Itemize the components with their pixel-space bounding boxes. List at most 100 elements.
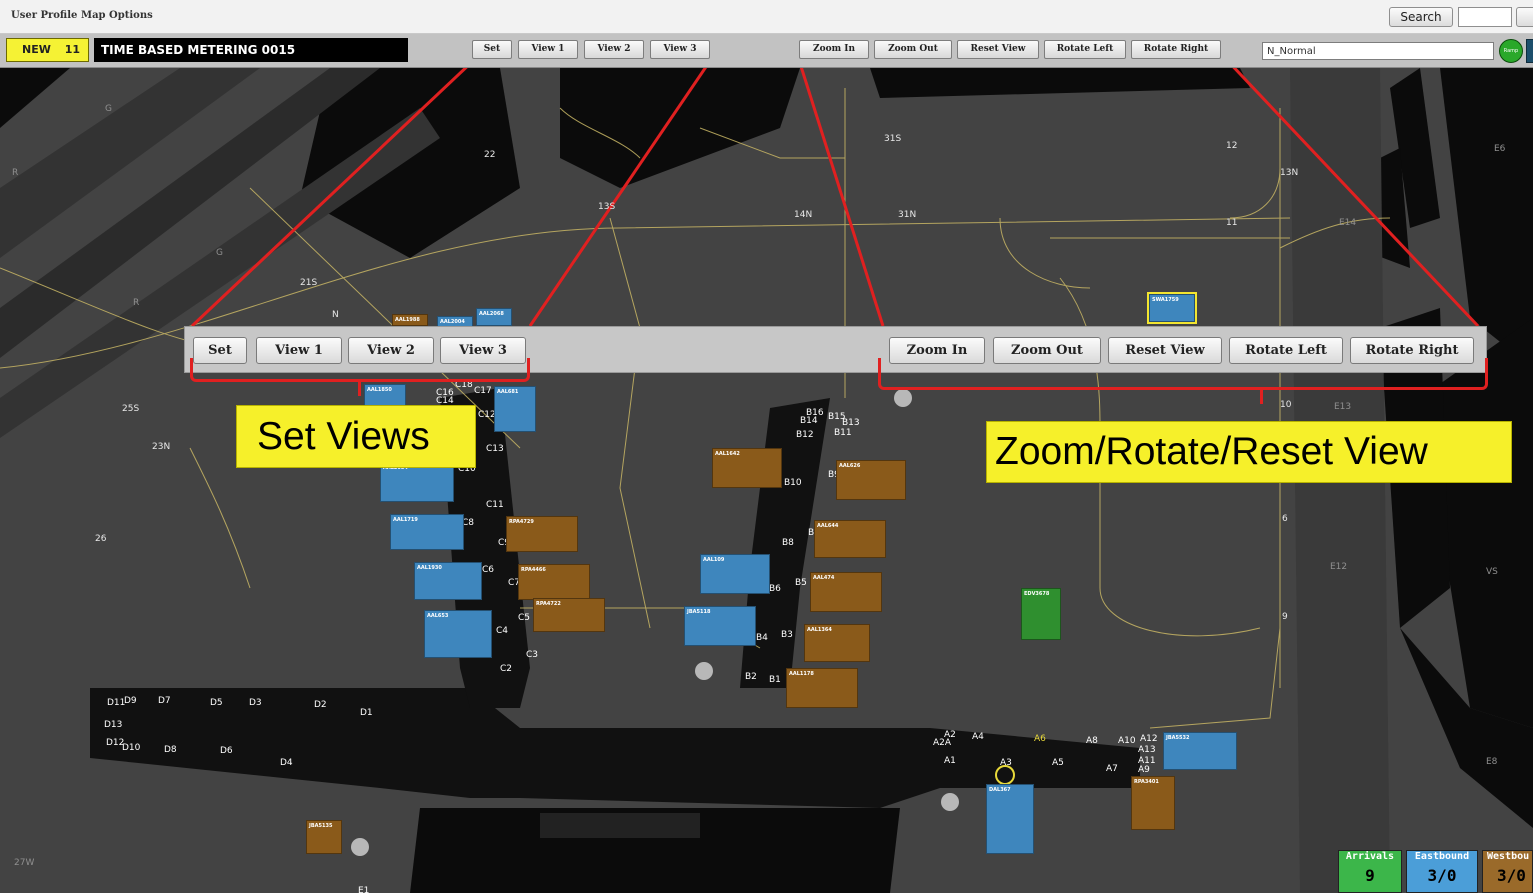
new-label: NEW xyxy=(22,43,51,56)
flight-tag[interactable]: JBA5118 xyxy=(684,606,756,646)
flight-tag[interactable]: AAL1642 xyxy=(712,448,782,488)
flight-tag[interactable]: DAL367 xyxy=(986,784,1034,854)
flight-tag[interactable]: AAL1178 xyxy=(786,668,858,708)
ramp-status-indicator[interactable]: Ramp xyxy=(1499,39,1523,63)
menu-map-options[interactable]: Map Options xyxy=(81,10,153,21)
view-2-button[interactable]: View 2 xyxy=(584,40,644,59)
rotate-right-button[interactable]: Rotate Right xyxy=(1131,40,1221,59)
set-views-bracket-tick xyxy=(358,382,361,396)
flight-tag[interactable]: AAL2068 xyxy=(476,308,512,326)
gate-label: D2 xyxy=(314,700,327,710)
gate-label: C5 xyxy=(518,613,531,623)
flight-tag[interactable]: RPA4729 xyxy=(506,516,578,552)
runway-label: 27W xyxy=(14,858,35,868)
runway-label: R xyxy=(133,298,140,308)
taxiway-label: 26 xyxy=(95,534,107,544)
flight-tag[interactable]: RPA4722 xyxy=(533,598,605,632)
flight-tag[interactable]: AAL626 xyxy=(836,460,906,500)
gate-label: D13 xyxy=(104,720,123,730)
runway-label: G xyxy=(105,104,112,114)
gate-label: C17 xyxy=(474,386,492,396)
view-3-button[interactable]: View 3 xyxy=(650,40,710,59)
gate-label: B14 xyxy=(800,416,818,426)
gate-label: C6 xyxy=(482,565,495,575)
gate-label: E1 xyxy=(358,886,370,893)
westbound-counter[interactable]: Westbou 3/0 xyxy=(1482,850,1533,893)
gate-label: A3 xyxy=(1000,758,1012,768)
taxiway-label: 21S xyxy=(300,278,318,288)
flight-tag[interactable]: JBA5532 xyxy=(1163,732,1237,770)
gate-label: B10 xyxy=(784,478,802,488)
arrivals-counter[interactable]: Arrivals 9 xyxy=(1338,850,1402,893)
runway-label: E6 xyxy=(1494,144,1506,154)
zoom-bracket-tick xyxy=(1260,390,1263,404)
gate-label: A8 xyxy=(1086,736,1098,746)
set-button[interactable]: Set xyxy=(472,40,512,59)
reset-view-button[interactable]: Reset View xyxy=(957,40,1039,59)
gate-label: D10 xyxy=(122,743,141,753)
secondary-status-indicator[interactable] xyxy=(1526,39,1533,63)
rotate-left-button[interactable]: Rotate Left xyxy=(1044,40,1126,59)
gate-label: A5 xyxy=(1052,758,1064,768)
gate-label: C4 xyxy=(496,626,509,636)
taxiway-label: 23N xyxy=(152,442,171,452)
flight-tag[interactable]: JBA5135 xyxy=(306,820,342,854)
gate-label: C3 xyxy=(526,650,539,660)
eastbound-label: Eastbound xyxy=(1414,851,1470,862)
flight-tag[interactable]: AAL109 xyxy=(700,554,770,594)
taxiway-label: 31N xyxy=(898,210,917,220)
view-1-button[interactable]: View 1 xyxy=(518,40,578,59)
zoom-out-button[interactable]: Zoom Out xyxy=(874,40,952,59)
gate-label: C11 xyxy=(486,500,504,510)
flight-tag[interactable]: RPA3401 xyxy=(1131,776,1175,830)
metering-title: TIME BASED METERING 0015 xyxy=(94,38,408,62)
gate-label: A13 xyxy=(1138,745,1156,755)
gate-label: D1 xyxy=(360,708,373,718)
flight-tag[interactable]: AAL653 xyxy=(424,610,492,658)
gate-label: A10 xyxy=(1118,736,1136,746)
runway-label: E8 xyxy=(1486,757,1498,767)
eastbound-counter[interactable]: Eastbound 3/0 xyxy=(1406,850,1478,893)
westbound-value: 3/0 xyxy=(1497,866,1526,885)
flight-tag[interactable]: RPA4466 xyxy=(518,564,590,600)
gate-label: B11 xyxy=(834,428,852,438)
atc-surface-display: { "menu": { "user_profile": "User Profil… xyxy=(0,0,1533,893)
display-mode-field[interactable]: N_Normal xyxy=(1262,42,1494,60)
taxiway-label: 11 xyxy=(1226,218,1238,228)
extra-button[interactable] xyxy=(1516,7,1533,27)
flight-tag[interactable]: AAL2034 xyxy=(380,462,454,502)
flight-tag[interactable]: AAL1988 xyxy=(392,314,428,326)
flight-tag[interactable]: AAL1719 xyxy=(390,514,464,550)
gate-label: A4 xyxy=(972,732,984,742)
toolbar: NEW 11 TIME BASED METERING 0015 Set View… xyxy=(0,34,1533,68)
new-count-badge[interactable]: NEW 11 xyxy=(6,38,89,62)
taxiway-label: 25S xyxy=(122,404,140,414)
gate-label: B6 xyxy=(769,584,781,594)
flight-tag[interactable]: SWA1759 xyxy=(1147,292,1197,324)
gate-label: A9 xyxy=(1138,765,1150,775)
taxiway-label: 9 xyxy=(1282,612,1288,622)
menu-user-profile[interactable]: User Profile xyxy=(11,10,77,21)
arrivals-value: 9 xyxy=(1365,866,1375,885)
gate-label: B12 xyxy=(796,430,814,440)
flight-tag[interactable]: AAL1930 xyxy=(414,562,482,600)
flight-tag[interactable]: AAL1364 xyxy=(804,624,870,662)
gate-label: A2A xyxy=(933,738,952,748)
eastbound-value: 3/0 xyxy=(1427,866,1457,885)
new-count: 11 xyxy=(64,43,81,56)
gate-label: D7 xyxy=(158,696,171,706)
flight-tag[interactable]: AAL644 xyxy=(814,520,886,558)
gate-label: A1 xyxy=(944,756,956,766)
search-input[interactable] xyxy=(1458,7,1512,27)
gate-label: A12 xyxy=(1140,734,1158,744)
gate-label: C2 xyxy=(500,664,513,674)
gate-label: D4 xyxy=(280,758,293,768)
search-button[interactable]: Search xyxy=(1389,7,1453,27)
flight-tag[interactable]: AAL474 xyxy=(810,572,882,612)
zoom-in-button[interactable]: Zoom In xyxy=(799,40,869,59)
taxiway-label: 6 xyxy=(1282,514,1288,524)
flight-tag[interactable]: EDV3678 xyxy=(1021,588,1061,640)
gate-label: D5 xyxy=(210,698,223,708)
flight-tag[interactable]: AAL681 xyxy=(494,386,536,432)
gate-label: B13 xyxy=(842,418,860,428)
